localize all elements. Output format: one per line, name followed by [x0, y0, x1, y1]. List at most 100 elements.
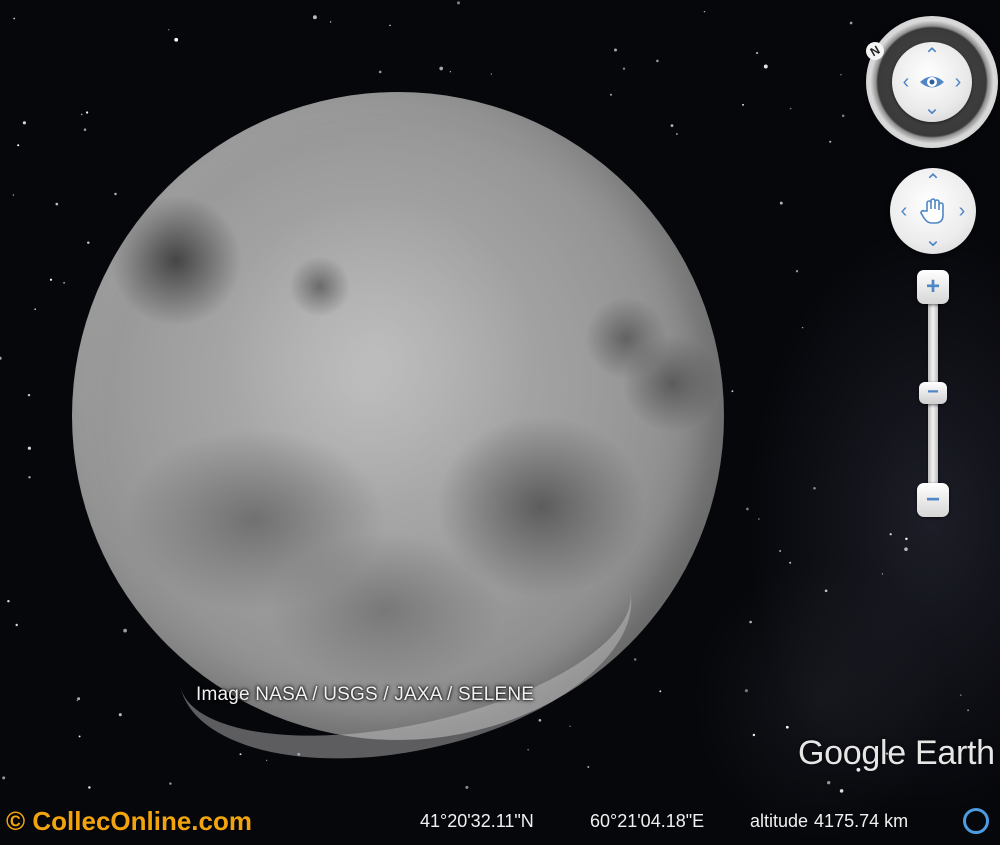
google-earth-logo: Google Earth: [798, 734, 995, 772]
hand-icon: [920, 198, 944, 224]
watermark: © CollecOnline.com: [6, 806, 252, 836]
star: [114, 192, 117, 196]
star: [15, 623, 18, 627]
longitude-readout: 60°21'04.18"E: [590, 811, 705, 831]
look-down-arrow-icon[interactable]: ⌄: [922, 98, 942, 118]
eye-icon: [920, 76, 944, 88]
star: [959, 694, 962, 696]
star: [905, 537, 908, 541]
zoom-out-button[interactable]: −: [917, 483, 949, 517]
star: [614, 48, 617, 52]
latitude-readout: 41°20'32.11"N: [420, 811, 534, 831]
star: [801, 326, 804, 329]
star: [703, 10, 706, 13]
star: [449, 71, 452, 73]
star: [78, 735, 81, 738]
star: [967, 709, 970, 712]
star: [12, 194, 15, 196]
star: [849, 21, 853, 25]
move-joystick[interactable]: ⌃ ⌄ ‹ ›: [890, 168, 976, 254]
star: [312, 15, 317, 20]
star: [622, 67, 626, 70]
star: [239, 753, 242, 756]
star: [55, 202, 59, 206]
star: [587, 766, 590, 768]
star: [118, 713, 122, 717]
zoom-in-button[interactable]: +: [917, 270, 949, 304]
star: [169, 782, 172, 785]
star: [676, 133, 678, 135]
star: [670, 124, 674, 127]
star: [27, 446, 31, 450]
star: [779, 201, 783, 205]
star: [789, 107, 792, 110]
move-right-arrow-icon[interactable]: ›: [952, 201, 972, 221]
star: [633, 658, 637, 661]
star: [465, 785, 469, 789]
star: [87, 241, 90, 244]
move-up-arrow-icon[interactable]: ⌃: [923, 172, 943, 192]
star: [840, 73, 842, 76]
star: [13, 17, 16, 20]
star: [785, 725, 789, 729]
star: [527, 749, 529, 751]
altitude-value: 4175.74 km: [814, 811, 909, 831]
star: [779, 550, 781, 552]
star: [731, 390, 734, 393]
star: [80, 113, 83, 116]
star: [827, 781, 831, 785]
star: [0, 356, 2, 360]
star: [28, 476, 31, 479]
star: [490, 73, 492, 75]
star: [76, 699, 78, 702]
move-left-arrow-icon[interactable]: ‹: [894, 201, 914, 221]
star: [538, 718, 542, 722]
star: [755, 51, 759, 55]
star: [746, 507, 749, 511]
star: [83, 128, 87, 131]
star: [610, 93, 612, 96]
star: [889, 533, 892, 536]
star: [439, 66, 444, 71]
look-right-arrow-icon[interactable]: ›: [948, 72, 968, 92]
star: [824, 589, 828, 593]
star: [904, 547, 908, 552]
star: [34, 308, 37, 311]
star: [829, 140, 832, 143]
star: [789, 561, 792, 564]
altitude-label: altitude: [750, 811, 809, 831]
look-up-arrow-icon[interactable]: ⌃: [922, 46, 942, 66]
star: [659, 690, 662, 693]
star: [763, 64, 768, 69]
star: [881, 573, 884, 575]
star: [656, 59, 659, 63]
star: [167, 28, 170, 31]
star: [266, 759, 268, 762]
star: [742, 103, 744, 106]
star: [813, 486, 816, 490]
star: [77, 697, 81, 701]
look-joystick[interactable]: ⌃ ⌄ ‹ ›: [892, 42, 972, 122]
star: [49, 278, 53, 281]
star: [457, 1, 460, 5]
star: [22, 121, 26, 125]
look-left-arrow-icon[interactable]: ‹: [896, 72, 916, 92]
star: [749, 620, 752, 624]
move-down-arrow-icon[interactable]: ⌄: [923, 230, 943, 250]
star: [17, 144, 20, 147]
star: [7, 599, 10, 603]
star: [88, 786, 91, 789]
star: [85, 111, 89, 114]
star: [569, 725, 571, 727]
star: [795, 270, 799, 273]
star: [841, 114, 845, 118]
star: [839, 789, 844, 793]
star: [174, 37, 179, 42]
star: [758, 518, 760, 520]
star: [752, 733, 756, 737]
star: [329, 21, 332, 23]
star: [378, 70, 382, 74]
zoom-slider-handle[interactable]: −: [919, 382, 947, 404]
star: [389, 24, 391, 27]
altitude-readout: altitude 4175.74 km: [750, 811, 908, 832]
